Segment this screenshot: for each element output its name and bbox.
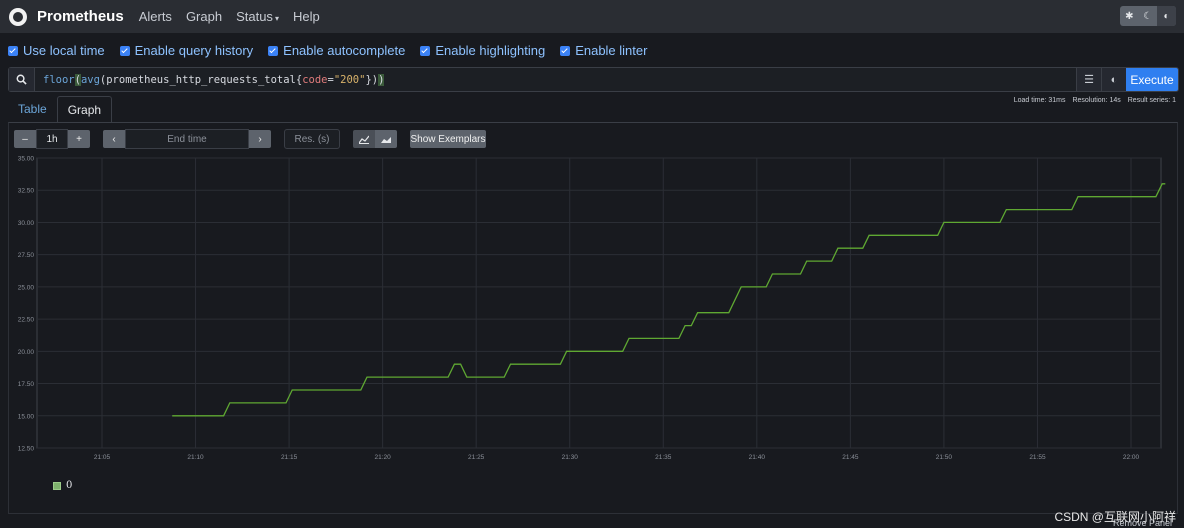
gear-icon[interactable]: ✱: [1120, 6, 1139, 26]
decrease-range-button[interactable]: –: [14, 130, 36, 148]
option-highlighting[interactable]: Enable highlighting: [420, 43, 545, 58]
nav-graph[interactable]: Graph: [186, 9, 222, 24]
y-tick-label: 35.00: [18, 156, 35, 163]
x-tick-label: 21:50: [936, 454, 953, 461]
execute-button[interactable]: Execute: [1126, 68, 1178, 91]
chevron-right-icon[interactable]: ›: [249, 130, 271, 148]
option-label: Enable query history: [134, 43, 254, 58]
query-bar: floor(avg(prometheus_http_requests_total…: [8, 67, 1179, 92]
x-tick-label: 21:35: [655, 454, 672, 461]
option-autocomplete[interactable]: Enable autocomplete: [268, 43, 405, 58]
option-use-local-time[interactable]: Use local time: [8, 43, 105, 58]
tab-table[interactable]: Table: [8, 96, 57, 121]
option-query-history[interactable]: Enable query history: [119, 43, 254, 58]
checkbox-icon[interactable]: [268, 45, 279, 56]
tab-graph[interactable]: Graph: [56, 96, 113, 122]
range-input[interactable]: 1h: [36, 129, 68, 149]
option-label: Enable linter: [575, 43, 648, 58]
x-tick-label: 21:15: [281, 454, 298, 461]
expr-floor-fn: floor: [43, 73, 75, 86]
y-tick-label: 27.50: [18, 252, 35, 259]
resolution-input[interactable]: Res. (s): [284, 129, 340, 149]
expression-input[interactable]: floor(avg(prometheus_http_requests_total…: [35, 68, 1076, 91]
end-time-input[interactable]: End time: [125, 129, 249, 149]
globe-icon[interactable]: ◐: [1101, 68, 1126, 91]
y-tick-label: 15.00: [18, 413, 35, 420]
x-tick-label: 22:00: [1123, 454, 1140, 461]
option-label: Enable autocomplete: [283, 43, 406, 58]
expr-avg-fn: avg: [80, 73, 100, 86]
option-linter[interactable]: Enable linter: [560, 43, 647, 58]
increase-range-button[interactable]: +: [68, 130, 90, 148]
x-tick-label: 21:10: [187, 454, 204, 461]
checkbox-icon[interactable]: [420, 45, 431, 56]
legend-swatch: [53, 481, 61, 490]
moon-icon[interactable]: ☾: [1139, 6, 1158, 26]
y-tick-label: 20.00: [18, 349, 35, 356]
resolution: Resolution: 14s: [1072, 97, 1121, 104]
stacked-chart-icon[interactable]: [375, 130, 397, 148]
chart-type-toggle: [353, 130, 397, 148]
chart-legend[interactable]: 0: [53, 480, 72, 491]
panel-tabs: Table Graph: [8, 96, 113, 122]
option-label: Enable highlighting: [435, 43, 546, 58]
time-series-chart[interactable]: 12.50 15.00 17.50 20.00 22.50 25.00 27.50 30.00…: [0, 150, 1184, 470]
show-exemplars-button[interactable]: Show Exemplars: [410, 130, 486, 148]
nav-alerts[interactable]: Alerts: [139, 9, 172, 24]
search-icon[interactable]: [9, 68, 35, 91]
nav-status-label: Status: [236, 9, 273, 24]
load-time: Load time: 31ms: [1013, 97, 1066, 104]
x-tick-label: 21:55: [1029, 454, 1046, 461]
series-line: [172, 183, 1166, 417]
theme-toggle-group: ✱ ☾ ◐: [1120, 6, 1176, 26]
graph-controls: – 1h + ‹ End time › Res. (s) Show Exempl…: [14, 129, 486, 149]
contrast-icon[interactable]: ◐: [1157, 6, 1176, 26]
checkbox-icon[interactable]: [560, 45, 571, 56]
x-tick-label: 21:05: [94, 454, 111, 461]
result-series: Result series: 1: [1127, 97, 1176, 104]
expr-label-name: code: [302, 73, 328, 86]
x-tick-label: 21:45: [842, 454, 859, 461]
chevron-down-icon: ▾: [274, 14, 279, 23]
prometheus-logo-icon[interactable]: [9, 7, 27, 26]
y-tick-label: 22.50: [18, 317, 35, 324]
query-stats: Load time: 31ms Resolution: 14s Result s…: [1007, 97, 1176, 104]
y-tick-label: 12.50: [18, 446, 35, 453]
x-tick-label: 21:20: [374, 454, 391, 461]
option-label: Use local time: [23, 43, 105, 58]
expr-metric: prometheus_http_requests_total: [106, 73, 296, 86]
nav-help[interactable]: Help: [293, 9, 320, 24]
chevron-left-icon[interactable]: ‹: [103, 130, 125, 148]
query-options: Use local time Enable query history Enab…: [8, 43, 662, 58]
y-tick-label: 32.50: [18, 188, 35, 195]
y-tick-label: 30.00: [18, 220, 35, 227]
brand-title[interactable]: Prometheus: [37, 8, 124, 25]
y-tick-label: 17.50: [18, 381, 35, 388]
plot-frame: [36, 157, 1162, 449]
x-tick-label: 21:30: [562, 454, 579, 461]
watermark: CSDN @互联网小阿祥: [1054, 510, 1176, 524]
expr-label-value: "200": [333, 73, 366, 86]
y-tick-label: 25.00: [18, 284, 35, 291]
legend-label: 0: [66, 480, 73, 491]
checkbox-icon[interactable]: [8, 45, 18, 56]
nav-status[interactable]: Status ▾: [236, 9, 279, 24]
metrics-explorer-icon[interactable]: ☰: [1076, 68, 1101, 91]
checkbox-icon[interactable]: [119, 45, 130, 56]
x-tick-label: 21:40: [749, 454, 766, 461]
navbar: Prometheus Alerts Graph Status ▾ Help ✱ ☾…: [0, 0, 1184, 33]
line-chart-icon[interactable]: [353, 130, 375, 148]
x-tick-label: 21:25: [468, 454, 485, 461]
